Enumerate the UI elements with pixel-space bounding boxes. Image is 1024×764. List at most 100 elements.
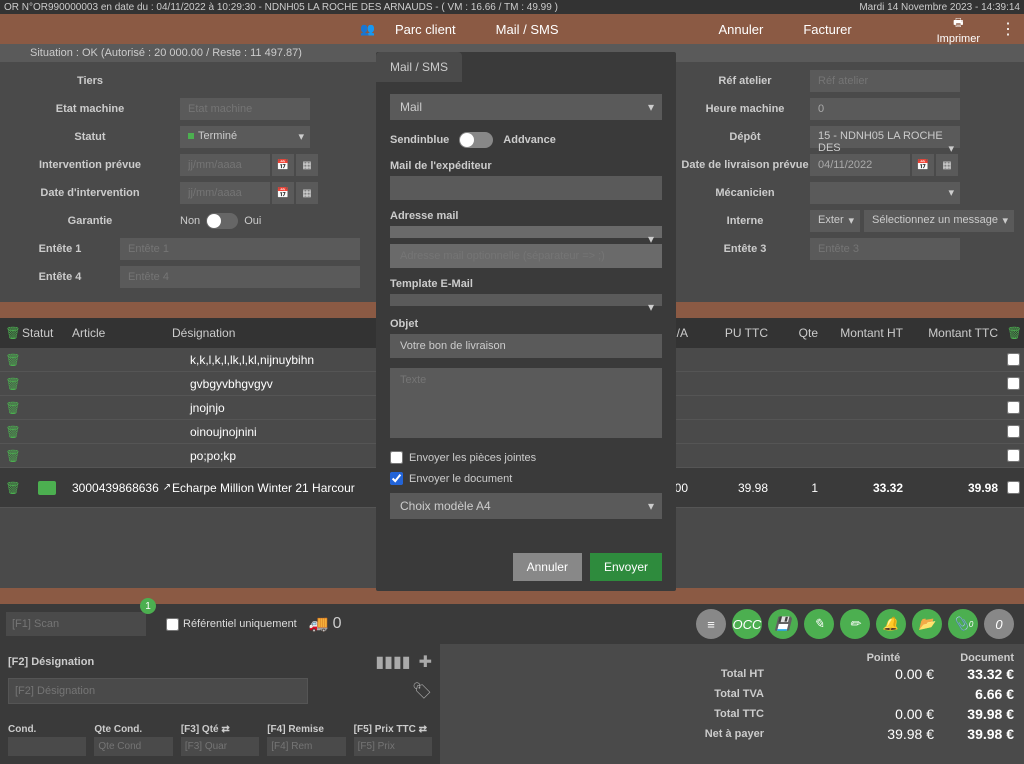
label-date-intervention: Date d'intervention bbox=[0, 187, 180, 199]
people-icon[interactable]: 👥 bbox=[360, 22, 375, 36]
entete3-input[interactable] bbox=[810, 238, 960, 260]
provider-toggle[interactable] bbox=[459, 132, 493, 148]
pieces-label: Envoyer les pièces jointes bbox=[409, 452, 536, 464]
row-checkbox[interactable] bbox=[1007, 481, 1020, 494]
cancel-button[interactable]: Annuler bbox=[513, 553, 582, 581]
nav-facturer[interactable]: Facturer bbox=[783, 22, 871, 37]
th-montantht: Montant HT bbox=[826, 326, 911, 340]
trash-icon[interactable]: 🗑 bbox=[5, 326, 20, 340]
scan-input[interactable] bbox=[6, 612, 146, 636]
th-puttc: PU TTC bbox=[696, 326, 776, 340]
external-link-icon[interactable]: ↗ bbox=[163, 482, 171, 493]
label-statut: Statut bbox=[0, 131, 180, 143]
row-checkbox[interactable] bbox=[1007, 401, 1020, 414]
pieces-checkbox[interactable] bbox=[390, 451, 403, 464]
referentiel-label: Référentiel uniquement bbox=[183, 618, 297, 630]
statut-select[interactable]: Terminé bbox=[180, 126, 310, 148]
adresse-opt-input[interactable] bbox=[390, 244, 662, 268]
modele-select[interactable]: Choix modèle A4 bbox=[390, 493, 662, 519]
calendar-icon[interactable]: 📅 bbox=[272, 182, 294, 204]
label-entete4: Entête 4 bbox=[0, 271, 120, 283]
exter-select[interactable]: Exter bbox=[810, 210, 860, 232]
calendar-icon[interactable]: 📅 bbox=[272, 154, 294, 176]
entete1-input[interactable] bbox=[120, 238, 360, 260]
mail-type-select[interactable]: Mail bbox=[390, 94, 662, 120]
mail-exp-input[interactable] bbox=[390, 176, 662, 200]
action-attach-icon[interactable]: 📎0 bbox=[948, 609, 978, 639]
row-checkbox[interactable] bbox=[1007, 353, 1020, 366]
objet-input[interactable] bbox=[390, 334, 662, 358]
calendar-picker-icon[interactable]: ▦ bbox=[936, 154, 958, 176]
trash-icon[interactable]: 🗑 bbox=[5, 353, 20, 367]
qte-cond-input[interactable] bbox=[94, 737, 172, 756]
entete4-input[interactable] bbox=[120, 266, 360, 288]
modal-tab[interactable]: Mail / SMS bbox=[376, 52, 462, 82]
action-bars-icon[interactable]: ≡ bbox=[696, 609, 726, 639]
row-checkbox[interactable] bbox=[1007, 425, 1020, 438]
trash-icon[interactable]: 🗑 bbox=[5, 449, 20, 463]
action-folder-icon[interactable]: 📂 bbox=[912, 609, 942, 639]
f3-input[interactable] bbox=[181, 737, 259, 756]
truck-count: 0 bbox=[333, 615, 342, 633]
trash-icon[interactable]: 🗑 bbox=[5, 425, 20, 439]
menu-icon[interactable]: ⋮ bbox=[1000, 19, 1016, 39]
f4-input[interactable] bbox=[267, 737, 345, 756]
trash-icon[interactable]: 🗑 bbox=[5, 377, 20, 391]
cond-input[interactable] bbox=[8, 737, 86, 756]
action-occ[interactable]: OCC bbox=[732, 609, 762, 639]
trash-icon[interactable]: 🗑 bbox=[5, 401, 20, 415]
etat-machine-input[interactable] bbox=[180, 98, 310, 120]
nav-mail-sms[interactable]: Mail / SMS bbox=[476, 22, 579, 37]
total-ttc-pointe: 0.00 € bbox=[854, 706, 934, 722]
order-info: OR N°OR990000003 en date du : 04/11/2022… bbox=[4, 2, 558, 13]
action-edit-icon[interactable]: ✎ bbox=[804, 609, 834, 639]
ref-atelier-input[interactable] bbox=[810, 70, 960, 92]
action-pen-icon[interactable]: ✏ bbox=[840, 609, 870, 639]
date-livraison-input[interactable] bbox=[810, 154, 910, 176]
calendar-picker-icon[interactable]: ▦ bbox=[296, 182, 318, 204]
trash-all-icon[interactable]: 🗑 bbox=[1007, 326, 1022, 340]
mecanicien-select[interactable] bbox=[810, 182, 960, 204]
nav-parc-client[interactable]: Parc client bbox=[375, 22, 476, 37]
montantttc-value: 39.98 bbox=[911, 481, 1006, 495]
send-button[interactable]: Envoyer bbox=[590, 553, 662, 581]
adresse-mail-select[interactable] bbox=[390, 226, 662, 238]
calendar-icon[interactable]: 📅 bbox=[912, 154, 934, 176]
plus-icon[interactable]: ✚ bbox=[419, 652, 432, 672]
f2-input[interactable] bbox=[8, 678, 308, 704]
referentiel-checkbox[interactable] bbox=[166, 618, 179, 631]
action-bell-icon[interactable]: 🔔 bbox=[876, 609, 906, 639]
th-qte: Qte bbox=[776, 326, 826, 340]
row-checkbox[interactable] bbox=[1007, 449, 1020, 462]
template-select[interactable] bbox=[390, 294, 662, 306]
document-header: Document bbox=[960, 652, 1014, 664]
net-pointe: 39.98 € bbox=[854, 726, 934, 742]
doc-checkbox[interactable] bbox=[390, 472, 403, 485]
row-checkbox[interactable] bbox=[1007, 377, 1020, 390]
intervention-date-input[interactable] bbox=[180, 154, 270, 176]
designation-text: jnojnjo bbox=[190, 401, 225, 415]
f5-input[interactable] bbox=[354, 737, 432, 756]
puttc-value: 39.98 bbox=[696, 481, 776, 495]
message-select[interactable]: Sélectionnez un message bbox=[864, 210, 1014, 232]
print-button[interactable]: 🖶 Imprimer bbox=[937, 14, 980, 45]
nav-annuler[interactable]: Annuler bbox=[699, 22, 784, 37]
heure-machine-input[interactable] bbox=[810, 98, 960, 120]
texte-textarea[interactable] bbox=[390, 368, 662, 438]
barcode-icon[interactable]: ▮▮▮▮ bbox=[375, 652, 410, 672]
action-zero[interactable]: 0 bbox=[984, 609, 1014, 639]
date-intervention-input[interactable] bbox=[180, 182, 270, 204]
sendinblue-label: Sendinblue bbox=[390, 134, 449, 146]
tag-icon[interactable]: 🏷 bbox=[412, 681, 432, 701]
net-doc: 39.98 € bbox=[934, 726, 1014, 742]
trash-icon[interactable]: 🗑 bbox=[5, 481, 20, 495]
truck-icon[interactable]: 🚚 bbox=[309, 614, 329, 634]
depot-select[interactable]: 15 - NDNH05 LA ROCHE DES bbox=[810, 126, 960, 148]
label-etat-machine: Etat machine bbox=[0, 103, 180, 115]
f3-label: [F3] Qté ⇄ bbox=[181, 724, 259, 735]
total-tva-doc: 6.66 € bbox=[934, 686, 1014, 702]
total-ht-doc: 33.32 € bbox=[934, 666, 1014, 682]
action-save-icon[interactable]: 💾 bbox=[768, 609, 798, 639]
calendar-picker-icon[interactable]: ▦ bbox=[296, 154, 318, 176]
garantie-toggle[interactable] bbox=[206, 213, 238, 229]
